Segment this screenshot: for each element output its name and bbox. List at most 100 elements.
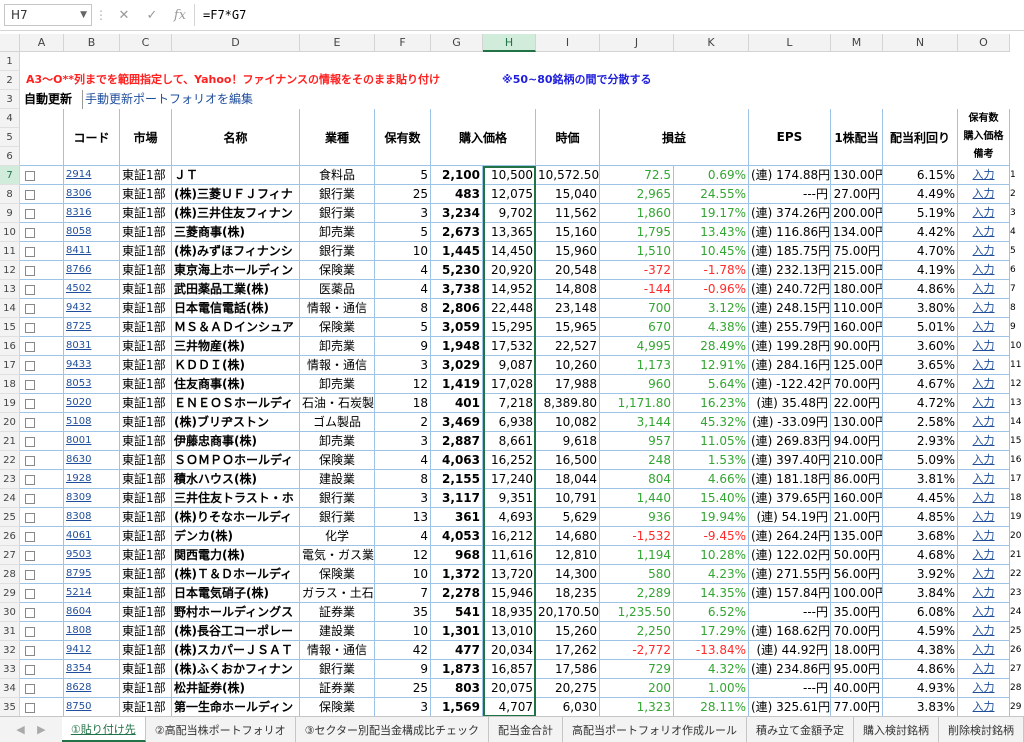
checkbox[interactable] — [25, 417, 35, 428]
row-header-29[interactable]: 29 — [0, 584, 20, 603]
stock-code-link[interactable]: 8306 — [64, 185, 120, 204]
purchase-cost-cell[interactable]: 11,616 — [483, 546, 536, 565]
input-link[interactable]: 入力 — [958, 337, 1010, 356]
purchase-cost-cell[interactable]: 9,087 — [483, 356, 536, 375]
stock-code-link[interactable]: 8750 — [64, 698, 120, 717]
row-checkbox-cell[interactable] — [20, 565, 64, 584]
input-link[interactable]: 入力 — [958, 394, 1010, 413]
purchase-cost-cell[interactable]: 20,075 — [483, 679, 536, 698]
row-checkbox-cell[interactable] — [20, 470, 64, 489]
input-link[interactable]: 入力 — [958, 375, 1010, 394]
row-checkbox-cell[interactable] — [20, 394, 64, 413]
purchase-cost-cell[interactable]: 20,920 — [483, 261, 536, 280]
row-header-22[interactable]: 22 — [0, 451, 20, 470]
purchase-cost-cell[interactable]: 15,295 — [483, 318, 536, 337]
checkbox[interactable] — [25, 341, 35, 352]
stock-code-link[interactable]: 8604 — [64, 603, 120, 622]
purchase-cost-cell[interactable]: 9,702 — [483, 204, 536, 223]
column-header-i[interactable]: I — [536, 34, 600, 52]
input-link[interactable]: 入力 — [958, 679, 1010, 698]
purchase-cost-cell[interactable]: 13,365 — [483, 223, 536, 242]
stock-code-link[interactable]: 1928 — [64, 470, 120, 489]
purchase-cost-cell[interactable]: 4,707 — [483, 698, 536, 717]
row-header-30[interactable]: 30 — [0, 603, 20, 622]
checkbox[interactable] — [25, 322, 35, 333]
row-header-15[interactable]: 15 — [0, 318, 20, 337]
row-header-17[interactable]: 17 — [0, 356, 20, 375]
row-checkbox-cell[interactable] — [20, 413, 64, 432]
row-header-5[interactable]: 5 — [0, 128, 20, 147]
stock-code-link[interactable]: 4502 — [64, 280, 120, 299]
stock-code-link[interactable]: 8766 — [64, 261, 120, 280]
row-checkbox-cell[interactable] — [20, 679, 64, 698]
stock-code-link[interactable]: 1808 — [64, 622, 120, 641]
checkbox[interactable] — [25, 360, 35, 371]
row-checkbox-cell[interactable] — [20, 432, 64, 451]
column-header-o[interactable]: O — [958, 34, 1010, 52]
purchase-cost-cell[interactable]: 18,935 — [483, 603, 536, 622]
column-header-l[interactable]: L — [749, 34, 831, 52]
column-header-h[interactable]: H — [483, 34, 536, 52]
input-link[interactable]: 入力 — [958, 299, 1010, 318]
checkbox[interactable] — [25, 474, 35, 485]
stock-code-link[interactable]: 9503 — [64, 546, 120, 565]
input-link[interactable]: 入力 — [958, 185, 1010, 204]
checkbox[interactable] — [25, 170, 35, 181]
sheet-tab-7[interactable]: 購入検討銘柄 — [854, 717, 939, 742]
row-checkbox-cell[interactable] — [20, 451, 64, 470]
input-link[interactable]: 入力 — [958, 280, 1010, 299]
row-header-6[interactable]: 6 — [0, 147, 20, 166]
stock-code-link[interactable]: 8308 — [64, 508, 120, 527]
row-header-2[interactable]: 2 — [0, 71, 20, 90]
purchase-cost-cell[interactable]: 22,448 — [483, 299, 536, 318]
stock-code-link[interactable]: 8309 — [64, 489, 120, 508]
checkbox[interactable] — [25, 664, 35, 675]
row-checkbox-cell[interactable] — [20, 299, 64, 318]
insert-function-icon[interactable]: fx — [166, 8, 194, 23]
row-header-9[interactable]: 9 — [0, 204, 20, 223]
input-link[interactable]: 入力 — [958, 489, 1010, 508]
purchase-cost-cell[interactable]: 13,720 — [483, 565, 536, 584]
row-header-1[interactable]: 1 — [0, 52, 20, 71]
purchase-cost-cell[interactable]: 6,938 — [483, 413, 536, 432]
row-checkbox-cell[interactable] — [20, 660, 64, 679]
stock-code-link[interactable]: 2914 — [64, 166, 120, 185]
row-header-25[interactable]: 25 — [0, 508, 20, 527]
purchase-cost-cell[interactable]: 17,532 — [483, 337, 536, 356]
row-header-24[interactable]: 24 — [0, 489, 20, 508]
checkbox[interactable] — [25, 227, 35, 238]
sheet-tab-4[interactable]: 配当金合計 — [489, 717, 563, 742]
stock-code-link[interactable]: 8628 — [64, 679, 120, 698]
input-link[interactable]: 入力 — [958, 660, 1010, 679]
stock-code-link[interactable]: 4061 — [64, 527, 120, 546]
stock-code-link[interactable]: 8411 — [64, 242, 120, 261]
input-link[interactable]: 入力 — [958, 584, 1010, 603]
column-header-k[interactable]: K — [674, 34, 749, 52]
purchase-cost-cell[interactable]: 16,212 — [483, 527, 536, 546]
sheet-tab-6[interactable]: 積み立て金額予定 — [747, 717, 854, 742]
checkbox[interactable] — [25, 531, 35, 542]
row-header-10[interactable]: 10 — [0, 223, 20, 242]
checkbox[interactable] — [25, 303, 35, 314]
row-header-18[interactable]: 18 — [0, 375, 20, 394]
stock-code-link[interactable]: 8354 — [64, 660, 120, 679]
column-header-n[interactable]: N — [883, 34, 958, 52]
row-header-34[interactable]: 34 — [0, 679, 20, 698]
input-link[interactable]: 入力 — [958, 451, 1010, 470]
row-checkbox-cell[interactable] — [20, 223, 64, 242]
checkbox[interactable] — [25, 208, 35, 219]
row-header-13[interactable]: 13 — [0, 280, 20, 299]
stock-code-link[interactable]: 5108 — [64, 413, 120, 432]
edit-portfolio-link[interactable]: 手動更新ポートフォリオを編集 — [82, 90, 282, 109]
input-link[interactable]: 入力 — [958, 242, 1010, 261]
input-link[interactable]: 入力 — [958, 546, 1010, 565]
checkbox[interactable] — [25, 189, 35, 200]
stock-code-link[interactable]: 9433 — [64, 356, 120, 375]
row-checkbox-cell[interactable] — [20, 280, 64, 299]
column-header-c[interactable]: C — [120, 34, 172, 52]
cancel-icon[interactable]: ✕ — [110, 8, 138, 23]
input-link[interactable]: 入力 — [958, 432, 1010, 451]
input-link[interactable]: 入力 — [958, 318, 1010, 337]
column-header-b[interactable]: B — [64, 34, 120, 52]
checkbox[interactable] — [25, 702, 35, 713]
